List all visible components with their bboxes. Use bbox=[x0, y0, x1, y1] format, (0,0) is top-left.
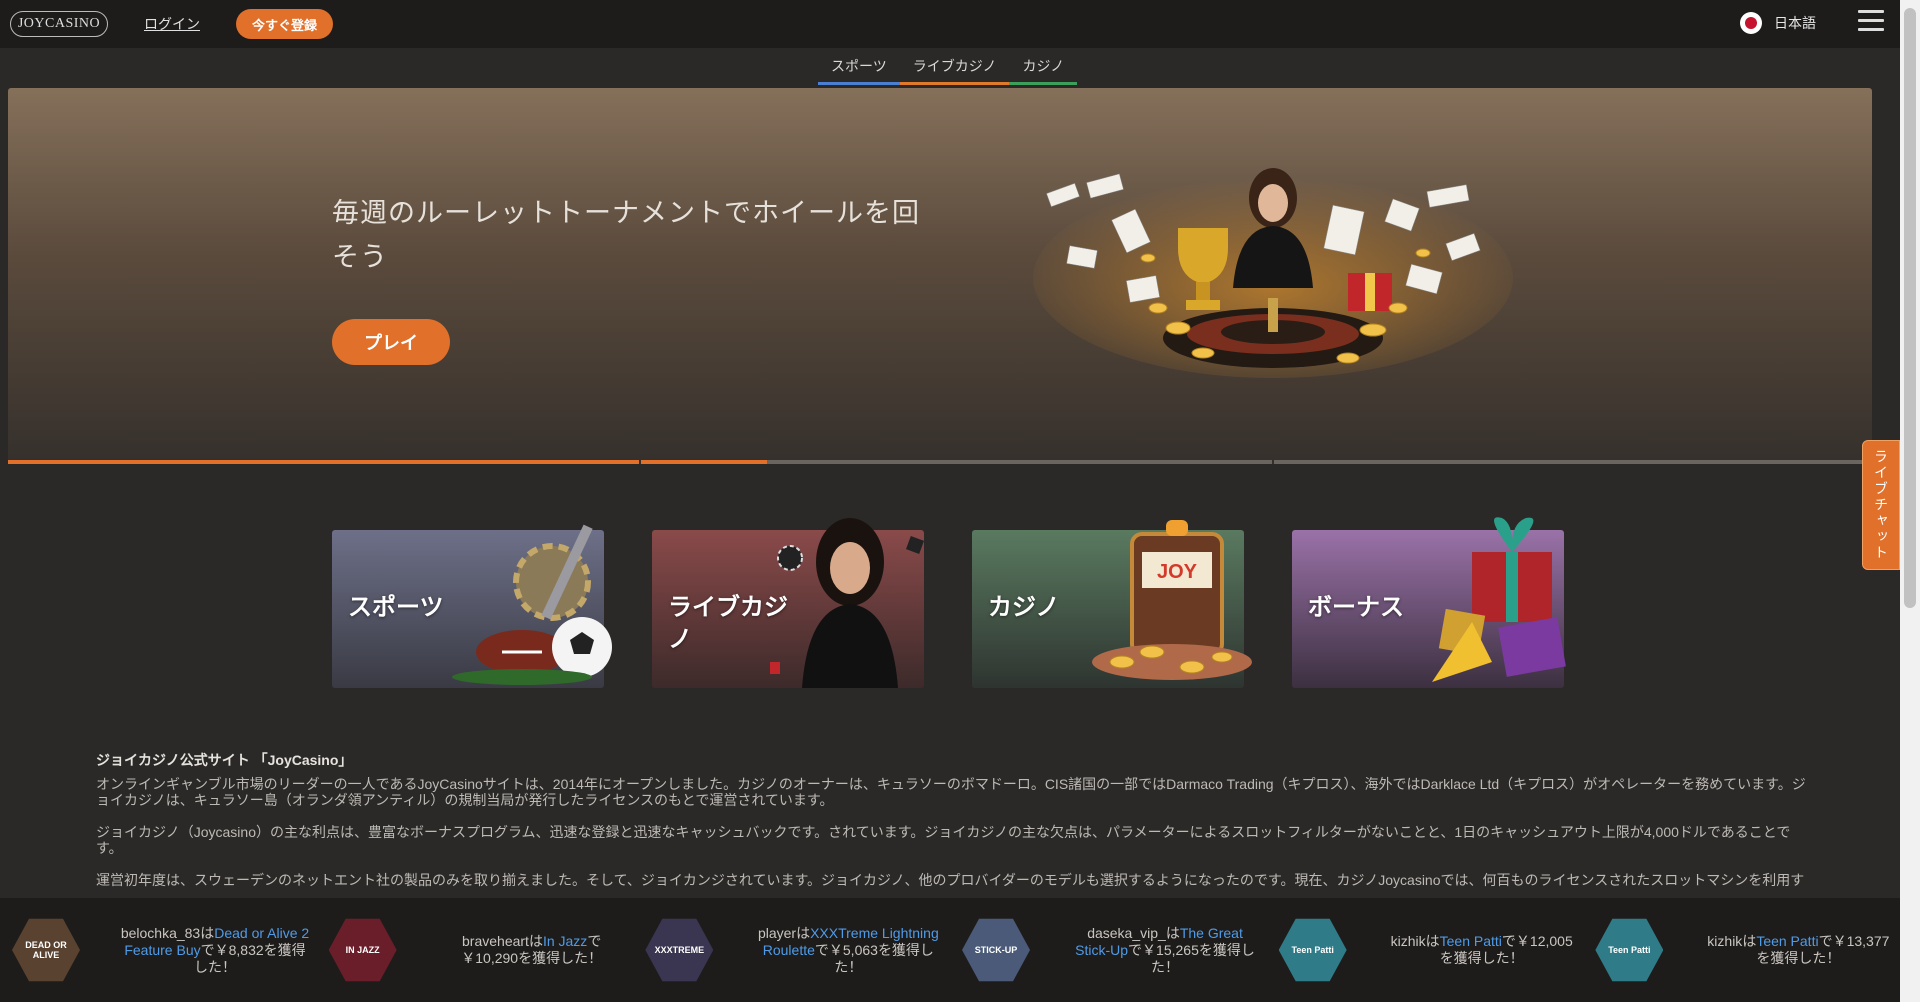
page-scrollbar[interactable] bbox=[1900, 0, 1920, 1002]
category-card-sports[interactable]: スポーツ bbox=[332, 512, 616, 688]
winner-particle: は bbox=[528, 933, 543, 949]
slide-indicator-1[interactable] bbox=[8, 460, 639, 464]
japan-flag-icon bbox=[1740, 12, 1762, 34]
winner-item[interactable]: Teen Patti kizhikはTeen Pattiで￥12,005を獲得した… bbox=[1267, 898, 1584, 1002]
register-button[interactable]: 今すぐ登録 bbox=[236, 9, 334, 39]
winner-text: kizhikはTeen Pattiで￥12,005を獲得した！ bbox=[1387, 933, 1577, 967]
winner-particle: は bbox=[1742, 933, 1757, 949]
hero-banner[interactable]: 毎週のルーレットトーナメントでホイールを回そう プレイ bbox=[8, 88, 1872, 464]
article-paragraph: 運営初年度は、スウェーデンのネットエント社の製品のみを取り揃えました。そして、ジ… bbox=[96, 872, 1805, 888]
winner-item[interactable]: IN JAZZ braveheartはIn Jazzで ￥10,290を獲得した！ bbox=[317, 898, 634, 1002]
category-card-live-casino[interactable]: ライブカジノ bbox=[652, 512, 936, 688]
winner-amount: ￥15,265 bbox=[1142, 941, 1199, 958]
winner-amount: ￥10,290 bbox=[461, 950, 519, 966]
joycasino-logo[interactable]: JOYCASINO bbox=[10, 11, 108, 37]
section-nav: スポーツ ライブカジノ カジノ bbox=[0, 48, 1900, 85]
winner-item[interactable]: Teen Patti kizhikはTeen Pattiで￥13,377を獲得した… bbox=[1583, 898, 1900, 1002]
winner-username: kizhik bbox=[1707, 933, 1743, 949]
winner-amount: ￥8,832 bbox=[214, 941, 264, 958]
language-label: 日本語 bbox=[1774, 15, 1816, 31]
winner-particle: で bbox=[587, 933, 602, 949]
winner-game-link[interactable]: Teen Patti bbox=[1756, 933, 1818, 949]
game-thumbnail[interactable]: XXXTREME bbox=[645, 918, 714, 982]
category-card-bonus[interactable]: ボーナス bbox=[1292, 512, 1576, 688]
winner-particle: は bbox=[1425, 933, 1440, 949]
category-cards: スポーツ ライブカジノ カジノ JOY ボーナス bbox=[332, 512, 1576, 688]
seo-article: ジョイカジノ公式サイト 「JoyCasino」 オンラインギャンブル市場のリーダ… bbox=[96, 752, 1816, 904]
winner-text: belochka_83はDead or Alive 2 Feature Buyで… bbox=[120, 925, 310, 976]
winner-suffix: を獲得した！ bbox=[1439, 950, 1524, 966]
article-paragraph: オンラインギャンブル市場のリーダーの一人であるJoyCasinoサイトは、201… bbox=[96, 776, 1806, 808]
roulette-dealer-illustration bbox=[1033, 168, 1513, 378]
winner-username: kizhik bbox=[1390, 933, 1426, 949]
live-dealer-icon bbox=[770, 518, 924, 688]
live-chat-button[interactable]: ライブチャット bbox=[1862, 440, 1900, 570]
sports-balls-icon bbox=[452, 524, 612, 685]
game-thumbnail[interactable]: IN JAZZ bbox=[328, 918, 397, 982]
gift-box-icon bbox=[1432, 517, 1566, 682]
winner-item[interactable]: STICK-UP daseka_vip_はThe Great Stick-Upで￥… bbox=[950, 898, 1267, 1002]
winner-particle: は bbox=[796, 924, 811, 941]
svg-text:JOY: JOY bbox=[1157, 561, 1198, 583]
winner-particle: で bbox=[1501, 933, 1516, 949]
winner-particle: で bbox=[814, 941, 829, 958]
login-link[interactable]: ログイン bbox=[144, 14, 200, 34]
winner-username: daseka_vip_ bbox=[1087, 924, 1166, 941]
slide-indicator-3[interactable] bbox=[1274, 460, 1872, 464]
slide-indicator-2[interactable] bbox=[641, 460, 1272, 464]
hero-slide-progress bbox=[8, 460, 1872, 464]
recent-winners-ticker: DEAD OR ALIVE belochka_83はDead or Alive 2… bbox=[0, 898, 1900, 1002]
winner-suffix: を獲得した！ bbox=[518, 950, 603, 966]
winner-game-link[interactable]: Teen Patti bbox=[1440, 933, 1502, 949]
tab-live-casino[interactable]: ライブカジノ bbox=[899, 56, 1010, 85]
winner-text: daseka_vip_はThe Great Stick-Upで￥15,265を獲… bbox=[1070, 925, 1260, 976]
tab-casino[interactable]: カジノ bbox=[1009, 56, 1078, 85]
winner-text: kizhikはTeen Pattiで￥13,377を獲得した！ bbox=[1703, 933, 1893, 967]
winner-username: belochka_83 bbox=[120, 924, 201, 941]
article-paragraph: ジョイカジノ（Joycasino）の主な利点は、豊富なボーナスプログラム、迅速な… bbox=[96, 824, 1791, 856]
scrollbar-thumb[interactable] bbox=[1904, 8, 1916, 608]
hero-play-button[interactable]: プレイ bbox=[332, 319, 450, 365]
hamburger-menu-icon[interactable] bbox=[1858, 10, 1884, 32]
winner-item[interactable]: DEAD OR ALIVE belochka_83はDead or Alive 2… bbox=[0, 898, 317, 1002]
game-thumbnail[interactable]: Teen Patti bbox=[1595, 918, 1664, 982]
hero-title: 毎週のルーレットトーナメントでホイールを回そう bbox=[332, 198, 920, 273]
winner-particle: は bbox=[200, 924, 215, 941]
winner-item[interactable]: XXXTREME playerはXXXTreme Lightning Roulet… bbox=[633, 898, 950, 1002]
winner-text: playerはXXXTreme Lightning Rouletteで￥5,06… bbox=[753, 925, 943, 976]
tab-sports[interactable]: スポーツ bbox=[818, 56, 900, 85]
winner-particle: で bbox=[1128, 941, 1143, 958]
winner-particle: は bbox=[1165, 924, 1180, 941]
winner-amount: ￥12,005 bbox=[1515, 933, 1573, 949]
slot-machine-icon: JOY bbox=[1092, 520, 1252, 680]
winner-game-link[interactable]: In Jazz bbox=[543, 933, 587, 949]
category-card-casino[interactable]: カジノ JOY bbox=[972, 512, 1256, 688]
game-thumbnail[interactable]: Teen Patti bbox=[1278, 918, 1347, 982]
winner-amount: ￥13,377 bbox=[1832, 933, 1890, 949]
winner-particle: で bbox=[1818, 933, 1833, 949]
language-selector[interactable]: 日本語 bbox=[1740, 12, 1816, 34]
article-heading: ジョイカジノ公式サイト 「JoyCasino」 bbox=[96, 752, 353, 768]
winner-text: braveheartはIn Jazzで ￥10,290を獲得した！ bbox=[437, 933, 627, 967]
winner-particle: で bbox=[200, 941, 215, 958]
top-header: JOYCASINO ログイン 今すぐ登録 日本語 bbox=[0, 0, 1900, 48]
winner-suffix: を獲得した！ bbox=[1756, 950, 1841, 966]
game-thumbnail[interactable]: DEAD OR ALIVE bbox=[12, 918, 80, 982]
winner-username: player bbox=[757, 924, 797, 941]
game-thumbnail[interactable]: STICK-UP bbox=[962, 918, 1031, 982]
winner-username: braveheart bbox=[462, 933, 529, 949]
winner-amount: ￥5,063 bbox=[828, 941, 878, 958]
